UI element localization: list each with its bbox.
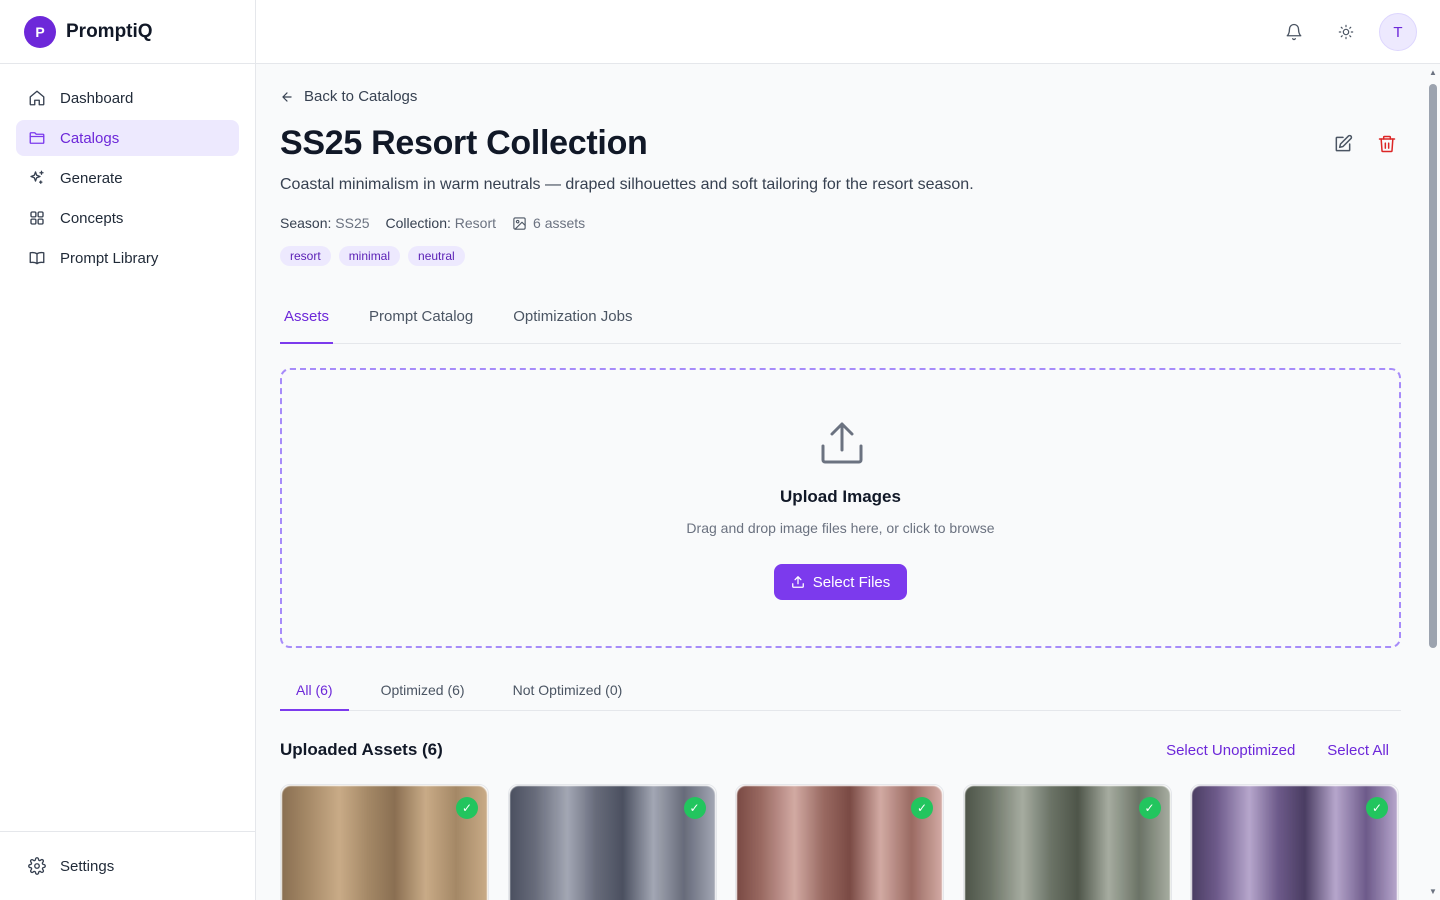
catalog-meta: Season: SS25 Collection: Resort 6 assets [280,215,585,231]
asset-card[interactable]: ✓ [735,784,944,900]
topbar: T [256,0,1440,64]
page-title: SS25 Resort Collection [280,124,648,162]
season-label: Season: [280,215,332,231]
upload-subtitle: Drag and drop image files here, or click… [686,520,995,536]
select-all-button[interactable]: Select All [1327,742,1389,759]
delete-catalog-button[interactable] [1373,130,1401,158]
asset-filter-tabs: All (6) Optimized (6) Not Optimized (0) [280,670,1401,711]
filter-tab-not-optimized[interactable]: Not Optimized (0) [497,670,639,711]
select-unoptimized-button[interactable]: Select Unoptimized [1166,742,1295,759]
assets-actions: Select Unoptimized Select All [1134,742,1389,759]
scroll-down-arrow[interactable]: ▼ [1429,887,1437,896]
tab-prompt-catalog[interactable]: Prompt Catalog [365,296,477,344]
assets-title: Uploaded Assets (6) [280,740,443,759]
select-files-label: Select Files [812,573,891,591]
filter-tab-optimized[interactable]: Optimized (6) [365,670,481,711]
edit-icon [1335,134,1353,152]
sidebar-item-label: Dashboard [60,89,134,107]
title-actions [1313,130,1401,158]
tag-resort[interactable]: resort [280,246,331,266]
sidebar-footer: Settings [0,831,255,900]
upload-icon [791,576,804,588]
optimized-check-icon: ✓ [911,797,933,819]
asset-card[interactable]: ✓ [962,784,1172,900]
sidebar: P PromptiQ Dashboard Catalogs Generate C… [0,0,256,900]
theme-toggle-button[interactable] [1333,19,1359,45]
optimized-check-icon: ✓ [456,797,478,819]
sidebar-item-prompt-library[interactable]: Prompt Library [16,240,239,276]
main-content: Back to Catalogs SS25 Resort Collection … [256,64,1426,900]
asset-grid: ✓ ✓ ✓ ✓ ✓ [280,784,1418,900]
sidebar-item-dashboard[interactable]: Dashboard [16,80,239,116]
sidebar-item-label: Concepts [60,209,124,227]
upload-title: Upload Images [780,487,901,506]
scroll-thumb[interactable] [1429,84,1437,648]
back-link-label: Back to Catalogs [304,88,418,105]
grid-icon [30,211,44,225]
assets-count: 6 assets [533,215,586,231]
assets-header: Uploaded Assets (6) Select Unoptimized S… [280,740,1401,764]
tab-assets[interactable]: Assets [280,296,334,344]
folder-icon [29,132,45,144]
bell-icon [1286,23,1302,41]
notifications-button[interactable] [1281,19,1307,45]
home-icon [29,90,45,106]
edit-catalog-button[interactable] [1329,130,1357,158]
sidebar-nav: Dashboard Catalogs Generate Concepts Pro… [0,64,255,296]
asset-card[interactable]: ✓ [1190,784,1399,900]
sidebar-item-generate[interactable]: Generate [16,160,239,196]
tag-minimal[interactable]: minimal [338,246,401,266]
sidebar-item-concepts[interactable]: Concepts [16,200,239,236]
select-files-button[interactable]: Select Files [774,564,907,600]
filter-tab-all[interactable]: All (6) [280,670,349,711]
arrow-left-icon [282,91,292,102]
catalog-description: Coastal minimalism in warm neutrals — dr… [280,176,974,193]
brand-name: PromptiQ [66,20,153,42]
brand-logo: P [24,15,56,48]
image-icon [513,216,526,230]
asset-card[interactable]: ✓ [507,784,717,900]
sidebar-item-label: Settings [60,857,115,875]
scroll-up-arrow[interactable]: ▲ [1429,68,1437,77]
collection-label: Collection: [385,215,451,231]
tab-optimization-jobs[interactable]: Optimization Jobs [509,296,636,344]
user-avatar[interactable]: T [1379,13,1417,51]
sidebar-item-label: Prompt Library [60,249,159,267]
gear-icon [28,857,46,875]
tag-neutral[interactable]: neutral [408,246,465,266]
sidebar-item-label: Catalogs [60,129,120,147]
back-to-catalogs-link[interactable]: Back to Catalogs [280,88,417,105]
tag-list: resort minimal neutral [280,246,473,266]
collection-value: Resort [454,215,497,231]
asset-card[interactable]: ✓ [280,784,489,900]
sun-icon [1338,24,1354,40]
catalog-tabs: Assets Prompt Catalog Optimization Jobs [280,296,1401,344]
sparkles-icon [30,170,44,184]
main-scrollbar[interactable]: ▲ ▼ [1426,64,1440,900]
brand[interactable]: P PromptiQ [0,0,255,64]
sidebar-item-catalogs[interactable]: Catalogs [16,120,239,156]
trash-icon [1378,135,1396,153]
sidebar-item-label: Generate [60,169,123,187]
sidebar-item-settings[interactable]: Settings [16,848,239,884]
upload-icon [821,422,863,464]
optimized-check-icon: ✓ [1366,797,1388,819]
season-value: SS25 [335,215,370,231]
optimized-check-icon: ✓ [1138,797,1161,819]
book-icon [29,251,45,265]
optimized-check-icon: ✓ [683,797,706,819]
upload-dropzone[interactable]: Upload Images Drag and drop image files … [280,368,1401,648]
